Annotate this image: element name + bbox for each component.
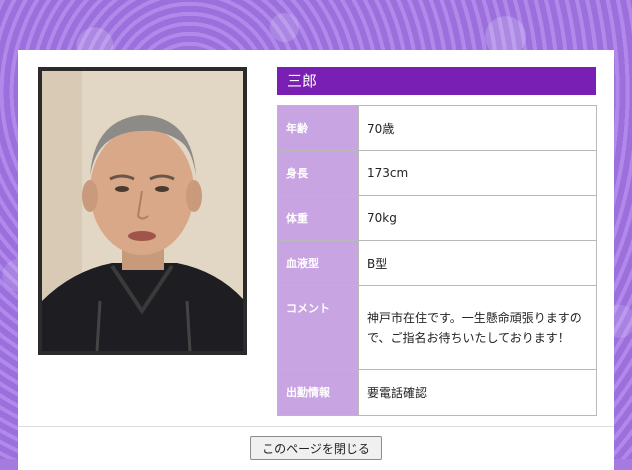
row-value-age: 70歳 <box>358 105 597 151</box>
table-row: 身長 173cm <box>277 150 597 196</box>
row-value-height: 173cm <box>358 150 597 196</box>
row-label-height: 身長 <box>277 150 359 196</box>
close-page-button[interactable]: このページを閉じる <box>250 436 382 460</box>
profile-photo <box>38 67 247 355</box>
profile-name: 三郎 <box>277 67 596 95</box>
portrait-illustration <box>42 71 243 351</box>
table-row: 出勤情報 要電話確認 <box>277 369 597 416</box>
row-label-comment: コメント <box>277 285 359 370</box>
row-value-weight: 70kg <box>358 195 597 241</box>
portrait-image <box>42 71 243 351</box>
table-row: 体重 70kg <box>277 195 597 241</box>
table-row: 血液型 B型 <box>277 240 597 286</box>
row-value-schedule: 要電話確認 <box>358 369 597 416</box>
row-label-schedule: 出勤情報 <box>277 369 359 416</box>
row-label-weight: 体重 <box>277 195 359 241</box>
divider <box>18 426 614 427</box>
profile-panel: 三郎 年齢 70歳 身長 173cm 体重 70kg 血液型 B型 コメント 神… <box>18 50 614 470</box>
row-label-age: 年齢 <box>277 105 359 151</box>
table-row: コメント 神戸市在住です。一生懸命頑張りますので、ご指名お待ちいたしております！ <box>277 285 597 370</box>
row-value-blood-type: B型 <box>358 240 597 286</box>
profile-info-table: 年齢 70歳 身長 173cm 体重 70kg 血液型 B型 コメント 神戸市在… <box>277 105 597 416</box>
table-row: 年齢 70歳 <box>277 105 597 151</box>
row-value-comment: 神戸市在住です。一生懸命頑張りますので、ご指名お待ちいたしております！ <box>358 285 597 370</box>
row-label-blood-type: 血液型 <box>277 240 359 286</box>
